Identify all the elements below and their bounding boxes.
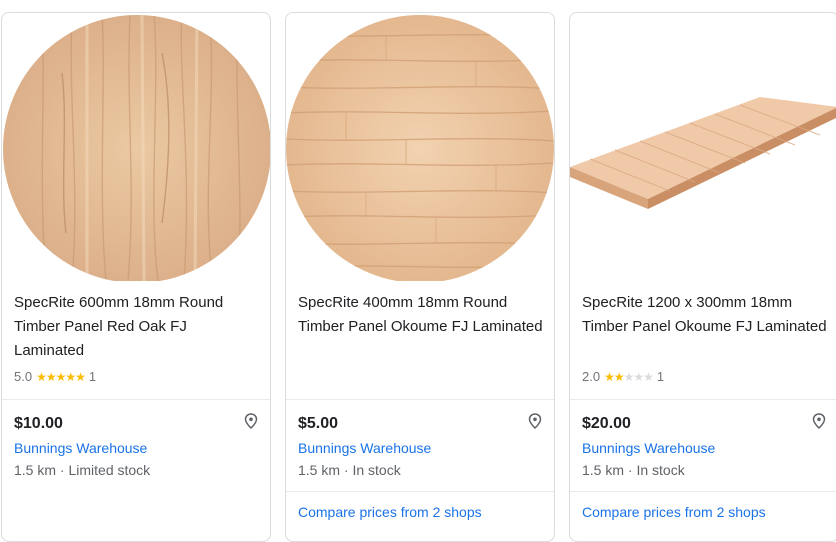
separator: · [343, 462, 349, 478]
stock-status: In stock [352, 462, 401, 478]
product-image[interactable] [286, 13, 554, 281]
compare-prices-link[interactable]: Compare prices from 2 shops [298, 504, 482, 520]
distance: 1.5 km [298, 462, 341, 478]
separator: · [627, 462, 633, 478]
seller-link[interactable]: Bunnings Warehouse [298, 440, 431, 456]
availability: 1.5 km · Limited stock [14, 462, 150, 478]
product-price: $20.00 [582, 415, 631, 432]
availability: 1.5 km · In stock [582, 462, 685, 478]
product-title[interactable]: SpecRite 400mm 18mm Round Timber Panel O… [298, 291, 544, 339]
review-count[interactable]: 1 [657, 369, 664, 384]
product-title[interactable]: SpecRite 600mm 18mm Round Timber Panel R… [14, 291, 260, 363]
separator: · [59, 462, 65, 478]
product-title[interactable]: SpecRite 1200 x 300mm 18mm Timber Panel … [582, 291, 828, 339]
product-card[interactable]: SpecRite 1200 x 300mm 18mm Timber Panel … [569, 12, 836, 542]
divider [286, 491, 554, 492]
product-image[interactable] [570, 13, 836, 281]
divider [570, 491, 836, 492]
distance: 1.5 km [582, 462, 625, 478]
divider [570, 399, 836, 400]
seller-link[interactable]: Bunnings Warehouse [14, 440, 147, 456]
stock-status: In stock [636, 462, 685, 478]
location-pin-icon [528, 413, 542, 429]
product-price: $5.00 [298, 415, 339, 432]
divider [286, 399, 554, 400]
product-price: $10.00 [14, 415, 63, 432]
star-rating-icon: ★★★★★ [36, 369, 86, 384]
location-pin-icon [812, 413, 826, 429]
review-count[interactable]: 1 [89, 369, 96, 384]
location-pin-icon [244, 413, 258, 429]
product-card[interactable]: SpecRite 400mm 18mm Round Timber Panel O… [285, 12, 555, 542]
star-rating-icon: ★★★★★ [604, 369, 654, 384]
distance: 1.5 km [14, 462, 57, 478]
availability: 1.5 km · In stock [298, 462, 401, 478]
compare-prices-link[interactable]: Compare prices from 2 shops [582, 504, 766, 520]
seller-link[interactable]: Bunnings Warehouse [582, 440, 715, 456]
divider [2, 399, 270, 400]
stock-status: Limited stock [68, 462, 151, 478]
product-card[interactable]: SpecRite 600mm 18mm Round Timber Panel R… [1, 12, 271, 542]
rating-value: 5.0 [14, 369, 33, 384]
product-image[interactable] [2, 13, 270, 281]
rating-value: 2.0 [582, 369, 601, 384]
product-rating: 5.0 ★★★★★ 1 [14, 369, 96, 384]
product-rating: 2.0 ★★★★★ 1 [582, 369, 664, 384]
